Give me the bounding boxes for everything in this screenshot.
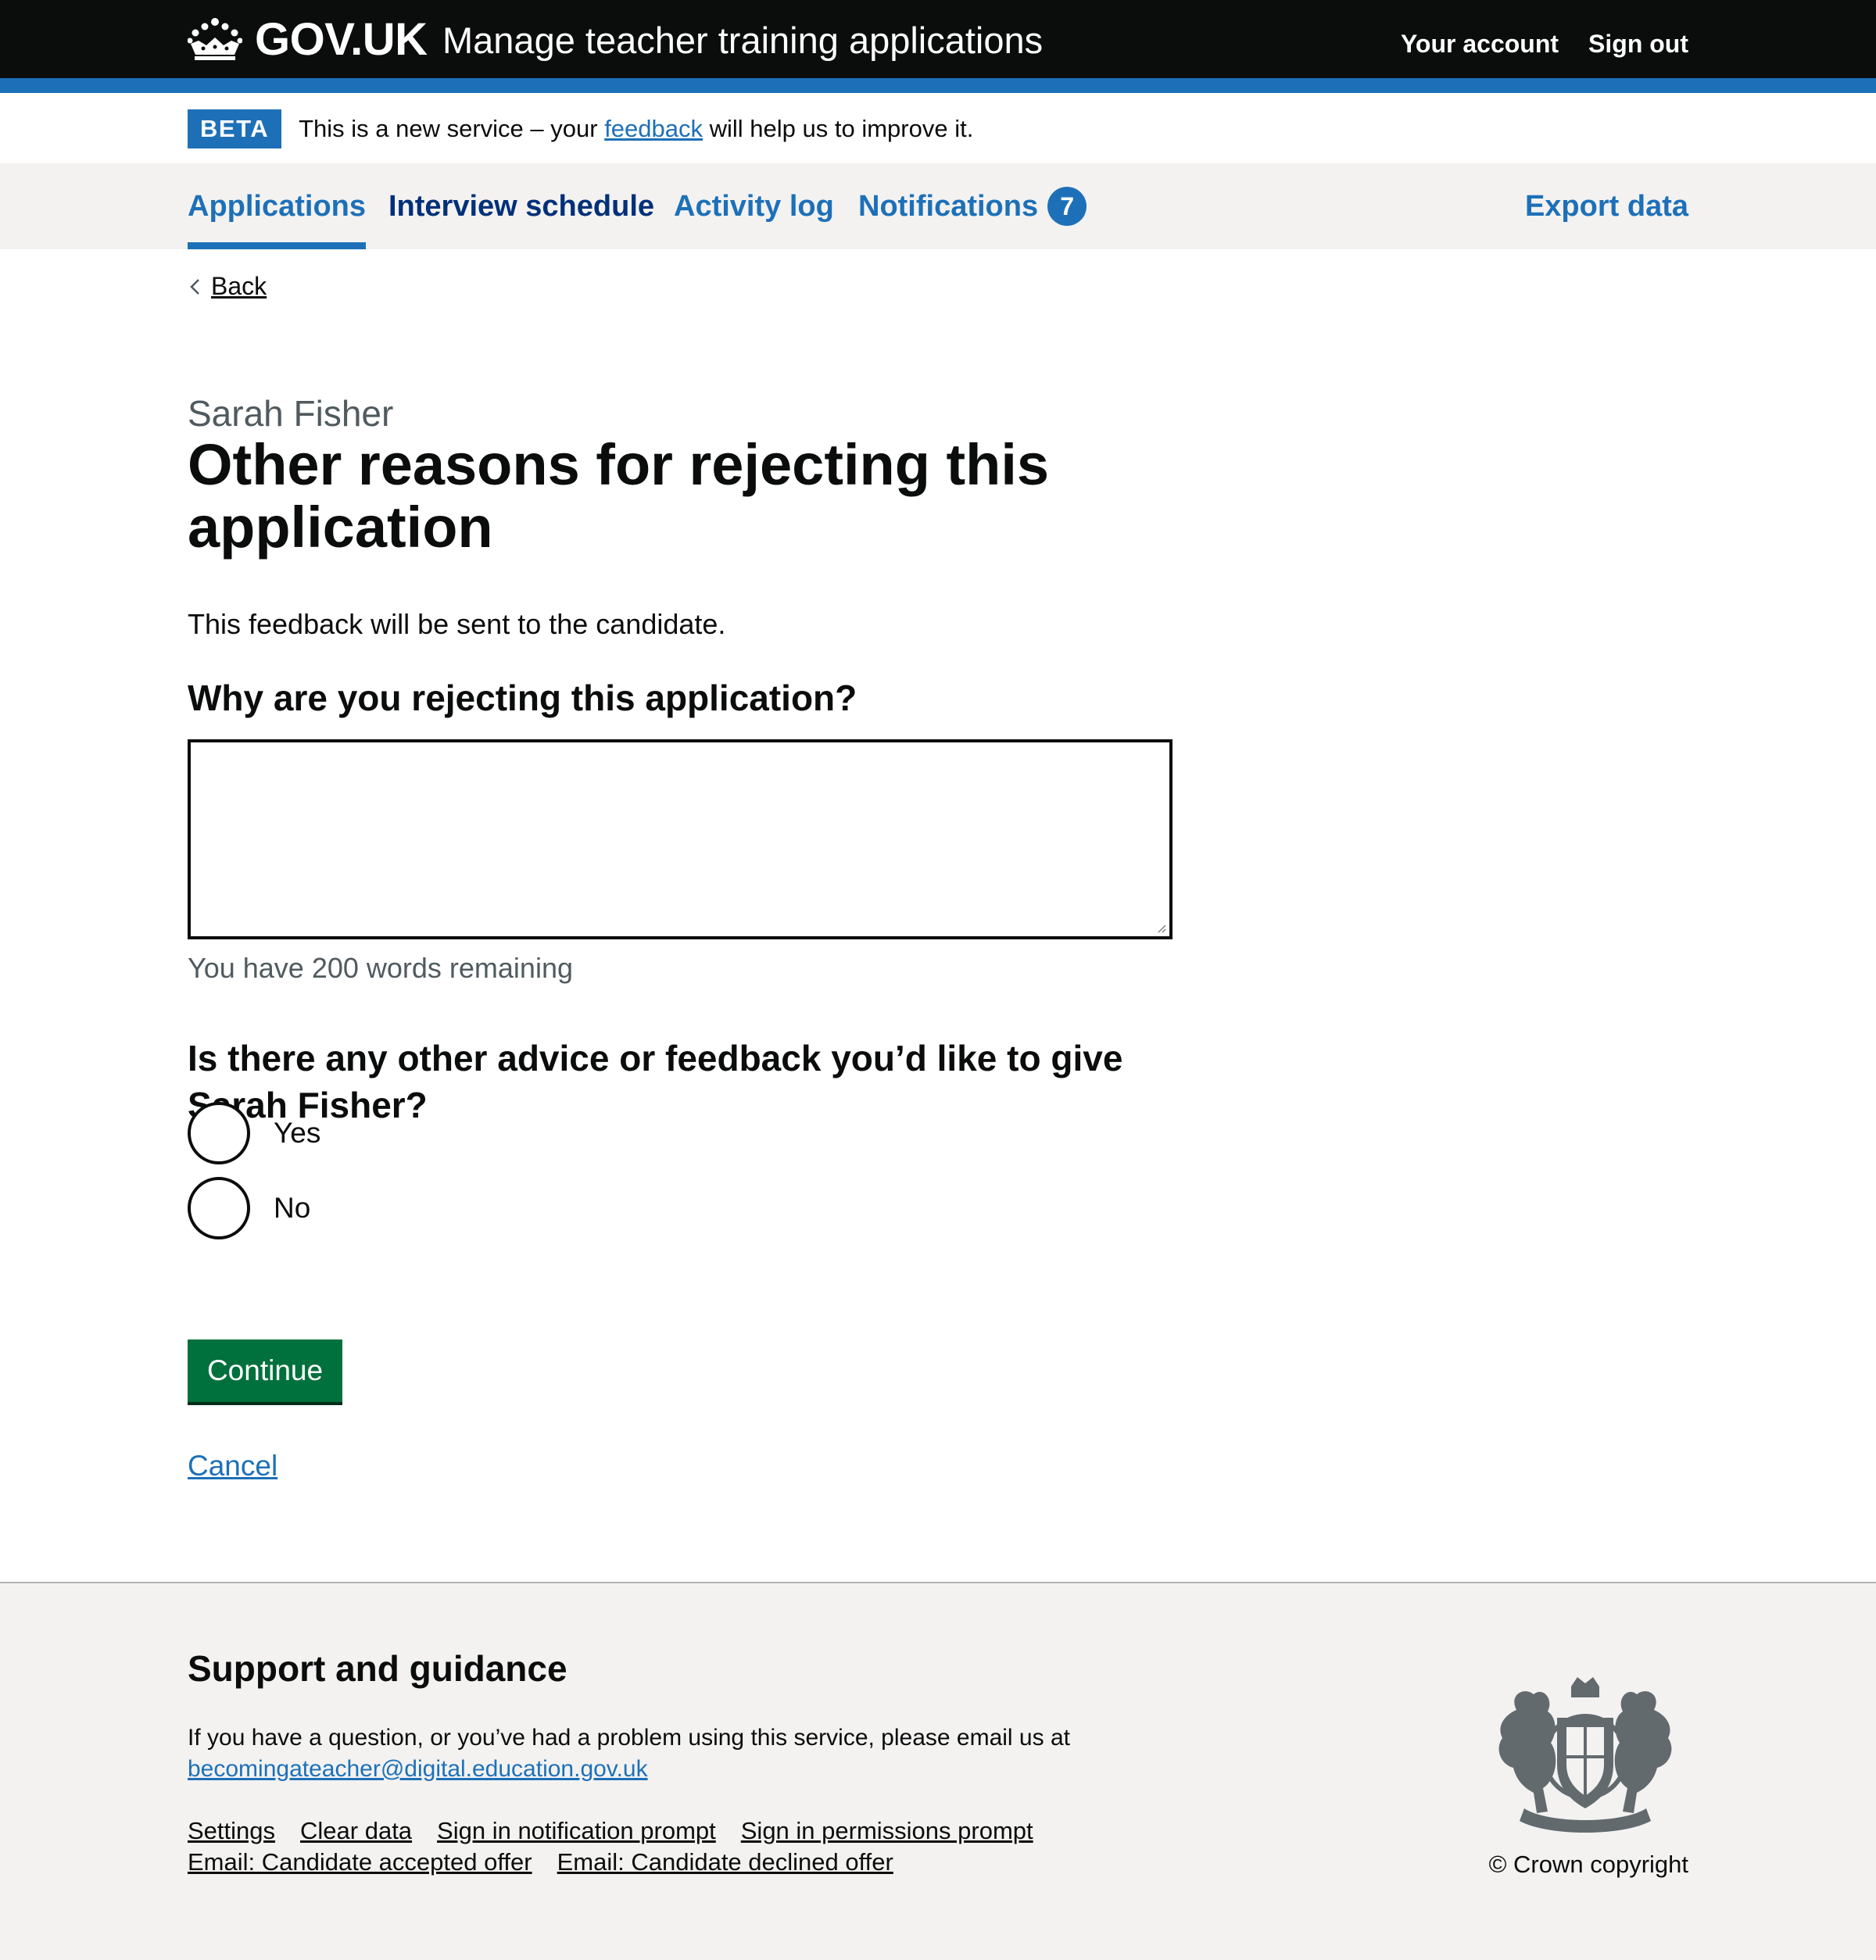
sign-out-link[interactable]: Sign out	[1588, 30, 1688, 59]
continue-button[interactable]: Continue	[188, 1339, 342, 1402]
radio-yes[interactable]: Yes	[188, 1102, 320, 1164]
nav-notifications[interactable]: Notifications 7	[858, 163, 1087, 249]
back-link[interactable]: Back	[188, 272, 267, 301]
crown-icon	[188, 18, 242, 60]
page-title: Other reasons for rejecting this applica…	[188, 432, 1050, 560]
primary-navigation: Applications Interview schedule Activity…	[0, 163, 1876, 249]
nav-applications[interactable]: Applications	[188, 163, 367, 249]
header-blue-bar	[0, 78, 1876, 93]
rejection-reason-textarea[interactable]	[188, 739, 1172, 939]
page-description: This feedback will be sent to the candid…	[188, 608, 726, 640]
footer-link-sign-in-notification-prompt[interactable]: Sign in notification prompt	[437, 1817, 716, 1844]
site-header: GOV.UK Manage teacher training applicati…	[0, 0, 1876, 78]
footer-link-clear-data[interactable]: Clear data	[300, 1817, 412, 1844]
resize-handle-icon[interactable]	[1155, 922, 1166, 933]
footer-links: Settings Clear data Sign in notification p…	[188, 1815, 1126, 1878]
notification-count-badge: 7	[1047, 187, 1087, 226]
support-email-link[interactable]: becomingateacher@digital.education.gov.u…	[188, 1756, 648, 1782]
radio-yes-input[interactable]	[188, 1102, 250, 1164]
back-link-text[interactable]: Back	[211, 272, 267, 301]
beta-tag: BETA	[188, 109, 282, 148]
radio-no-label[interactable]: No	[274, 1192, 310, 1225]
govuk-logo-link[interactable]: GOV.UK	[188, 13, 428, 65]
candidate-name-caption: Sarah Fisher	[188, 393, 394, 434]
nav-notifications-label: Notifications	[858, 189, 1039, 223]
crown-copyright: © Crown copyright	[1488, 1851, 1688, 1878]
word-count-hint: You have 200 words remaining	[188, 952, 573, 984]
radio-no[interactable]: No	[188, 1177, 310, 1239]
radio-no-input[interactable]	[188, 1177, 250, 1239]
radio-yes-label[interactable]: Yes	[274, 1117, 320, 1150]
nav-interview-schedule[interactable]: Interview schedule	[388, 163, 654, 249]
royal-coat-of-arms-icon	[1498, 1677, 1672, 1833]
footer-support-text: If you have a question, or you’ve had a …	[188, 1725, 1070, 1782]
footer-link-settings[interactable]: Settings	[188, 1817, 275, 1844]
govuk-logotype: GOV.UK	[255, 13, 428, 65]
footer-link-sign-in-permissions-prompt[interactable]: Sign in permissions prompt	[741, 1817, 1033, 1844]
chevron-left-icon	[190, 278, 199, 295]
phase-banner-text: This is a new service – your feedback wi…	[299, 115, 974, 142]
other-advice-question: Is there any other advice or feedback yo…	[188, 1038, 1123, 1125]
export-data-link[interactable]: Export data	[1525, 163, 1688, 249]
phase-banner: BETA This is a new service – your feedba…	[188, 109, 973, 149]
your-account-link[interactable]: Your account	[1401, 30, 1559, 59]
service-name-link[interactable]: Manage teacher training applications	[442, 19, 1043, 62]
footer-link-candidate-declined-offer[interactable]: Email: Candidate declined offer	[557, 1848, 893, 1876]
nav-activity-log[interactable]: Activity log	[674, 163, 834, 249]
header-navigation: Your account Sign out	[1401, 30, 1688, 59]
rejection-reason-label: Why are you rejecting this application?	[188, 678, 857, 718]
feedback-link[interactable]: feedback	[604, 115, 703, 142]
footer-link-candidate-accepted-offer[interactable]: Email: Candidate accepted offer	[188, 1848, 532, 1876]
cancel-link[interactable]: Cancel	[188, 1450, 277, 1483]
footer-heading: Support and guidance	[188, 1648, 567, 1689]
